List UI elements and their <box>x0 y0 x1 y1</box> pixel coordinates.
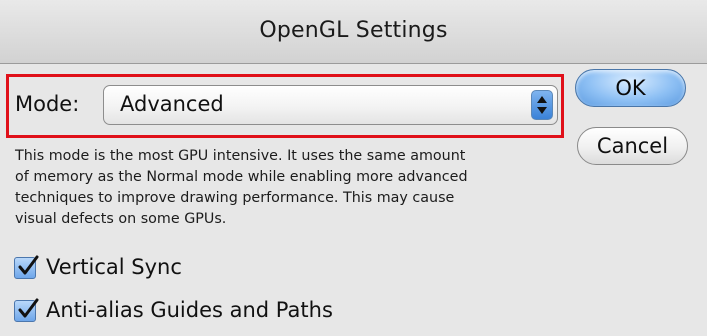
vertical-sync-label: Vertical Sync <box>46 255 182 279</box>
vertical-sync-checkbox[interactable] <box>14 255 39 279</box>
anti-alias-label: Anti-alias Guides and Paths <box>46 298 333 322</box>
mode-label: Mode: <box>15 92 80 116</box>
mode-description: This mode is the most GPU intensive. It … <box>15 146 575 230</box>
description-line: techniques to improve drawing performanc… <box>15 190 455 206</box>
checkmark-icon <box>18 298 39 318</box>
description-line: This mode is the most GPU intensive. It … <box>15 148 466 164</box>
cancel-button[interactable]: Cancel <box>577 127 688 165</box>
mode-select-value: Advanced <box>120 92 224 116</box>
title-bar: OpenGL Settings <box>0 0 707 64</box>
ok-button[interactable]: OK <box>575 69 686 107</box>
description-line: of memory as the Normal mode while enabl… <box>15 169 468 185</box>
anti-alias-checkbox[interactable] <box>14 298 39 322</box>
mode-select[interactable]: Advanced <box>103 85 558 125</box>
up-down-arrows-icon[interactable] <box>531 90 553 120</box>
description-line: visual defects on some GPUs. <box>15 211 227 227</box>
checkmark-icon <box>18 255 39 275</box>
window-title: OpenGL Settings <box>259 18 448 43</box>
